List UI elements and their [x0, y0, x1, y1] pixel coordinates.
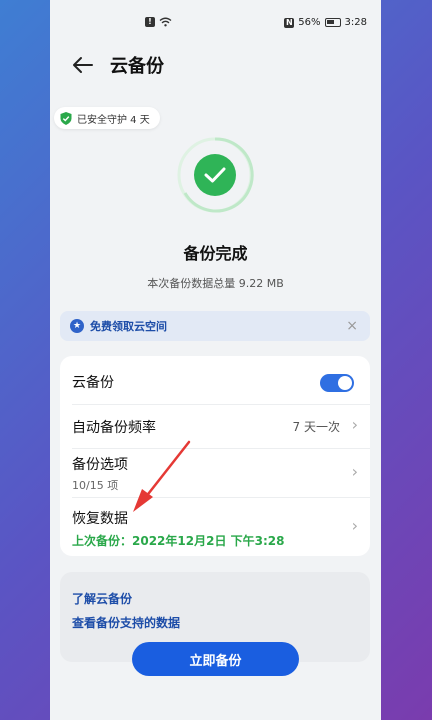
frequency-row[interactable]: 自动备份频率 7 天一次 ›	[72, 415, 358, 437]
shield-check-icon	[60, 111, 72, 125]
security-badge-text: 已安全守护 4 天	[77, 114, 150, 126]
status-time: 3:28	[344, 17, 367, 28]
frequency-value: 7 天一次	[292, 420, 340, 434]
backup-options-row[interactable]: 备份选项 10/15 项 ›	[72, 454, 358, 493]
settings-card: 云备份 自动备份频率 7 天一次 › 备份选项 10/15 项 › 恢复数据 上…	[60, 356, 370, 556]
backup-now-button[interactable]: 立即备份	[132, 642, 299, 676]
chevron-right-icon: ›	[351, 516, 358, 535]
backup-status-ring	[175, 135, 255, 215]
cloud-backup-toggle[interactable]	[320, 374, 354, 392]
backup-size-text: 本次备份数据总量 9.22 MB	[147, 277, 284, 290]
restore-data-row[interactable]: 恢复数据 上次备份：2022年12月2日 下午3:28 ›	[72, 508, 358, 549]
divider	[72, 404, 370, 405]
phone-screen: ! N 56% 3:28 云备份 已安全守护 4 天 备份完成 本次备份数据总量…	[50, 0, 381, 720]
nfc-icon: N	[284, 17, 295, 28]
divider	[72, 448, 370, 449]
battery-percent: 56%	[298, 17, 321, 28]
battery-icon	[324, 18, 341, 27]
backup-complete-title: 备份完成	[183, 244, 248, 263]
app-header: 云备份	[50, 46, 381, 86]
page-title: 云备份	[110, 56, 164, 77]
free-space-text: 免费领取云空间	[90, 320, 167, 333]
close-icon[interactable]: ×	[346, 318, 358, 334]
star-icon: ★	[70, 319, 84, 333]
learn-cloud-backup-link[interactable]: 了解云备份	[72, 590, 132, 607]
free-space-banner[interactable]: ★ 免费领取云空间 ×	[60, 311, 370, 341]
cloud-backup-row[interactable]: 云备份	[72, 372, 358, 392]
cloud-backup-label: 云备份	[72, 375, 114, 391]
restore-data-label: 恢复数据	[72, 511, 128, 527]
alert-icon: !	[145, 17, 155, 27]
wifi-icon	[159, 17, 172, 27]
divider	[72, 497, 370, 498]
chevron-right-icon: ›	[351, 462, 358, 481]
supported-data-link[interactable]: 查看备份支持的数据	[72, 614, 180, 631]
status-bar: ! N 56% 3:28	[50, 0, 381, 46]
backup-options-count: 10/15 项	[72, 479, 119, 492]
status-left: !	[145, 17, 172, 27]
back-arrow-icon[interactable]	[70, 54, 96, 76]
security-badge: 已安全守护 4 天	[54, 107, 160, 129]
last-backup-text: 上次备份：2022年12月2日 下午3:28	[72, 534, 285, 548]
chevron-right-icon: ›	[351, 415, 358, 434]
status-right: N 56% 3:28	[284, 17, 367, 28]
backup-options-label: 备份选项	[72, 457, 128, 473]
success-check-icon	[177, 137, 254, 213]
